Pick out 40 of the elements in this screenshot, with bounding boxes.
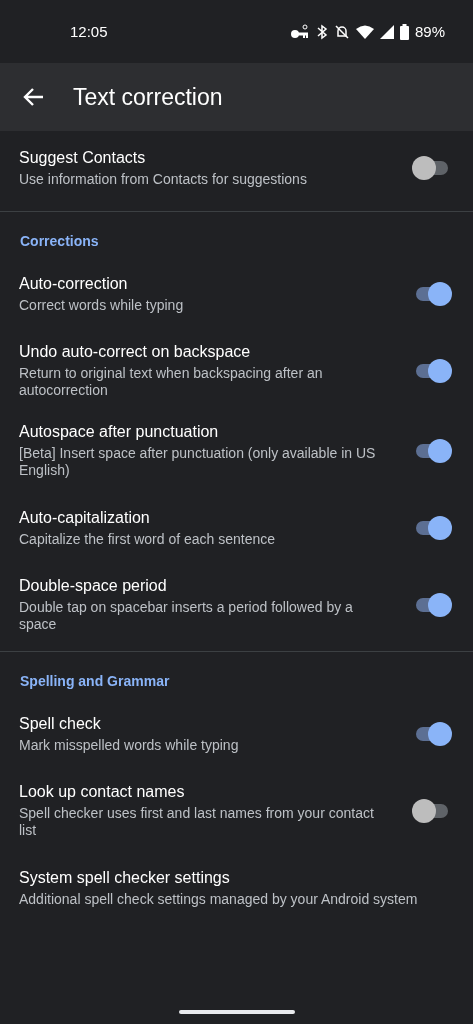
clock-time: 12:05 — [70, 23, 108, 40]
bluetooth-icon — [315, 23, 328, 40]
signal-icon — [379, 24, 394, 39]
battery-percent: 89% — [414, 23, 445, 40]
setting-summary: Spell checker uses first and last names from your contact list — [19, 805, 375, 839]
setting-title: Look up contact names — [19, 783, 186, 801]
section-header: Corrections — [19, 232, 100, 251]
setting-title: Suggest Contacts — [19, 148, 147, 167]
setting-title: Spell check — [19, 714, 102, 733]
wifi-icon — [355, 24, 374, 39]
setting-summary: Return to original text when backspacing after an autocorrection — [19, 365, 324, 399]
setting-title: Autospace after punctuation — [19, 423, 220, 441]
muted-bell-icon — [333, 23, 350, 40]
setting-row[interactable]: Double-space period Double tap on spacebar inserts a period followed by a space — [0, 565, 473, 645]
setting-summary: Correct words while typing — [19, 296, 185, 314]
setting-row[interactable]: Spell check Mark misspelled words while typing — [0, 697, 473, 771]
setting-title: Double-space period — [19, 577, 168, 595]
gesture-handle[interactable] — [178, 1010, 295, 1014]
key-icon — [289, 23, 310, 40]
screen-title: Text correction — [73, 83, 223, 111]
setting-summary: [Beta] Insert space after punctuation (only available in US English) — [19, 445, 377, 479]
setting-row[interactable]: Auto-correction Correct words while typing — [0, 257, 473, 331]
setting-row[interactable]: Autospace after punctuation [Beta] Insert space after punctuation (only available in US English) — [0, 411, 473, 491]
setting-row[interactable]: Look up contact names Spell checker uses first and last names from your contact list — [0, 771, 473, 851]
setting-row[interactable]: Auto-capitalization Capitalize the first word of each sentence — [0, 491, 473, 565]
setting-row[interactable]: Suggest Contacts Use information from Contacts for suggestions — [0, 131, 473, 205]
setting-summary: Double tap on spacebar inserts a period followed by a space — [19, 599, 354, 633]
setting-title: Auto-capitalization — [19, 508, 151, 527]
setting-row[interactable]: System spell checker settings Additional spell check settings managed by your Android system — [0, 851, 473, 925]
battery-icon — [399, 23, 409, 40]
setting-summary: Use information from Contacts for suggestions — [19, 170, 308, 188]
setting-title: System spell checker settings — [19, 868, 231, 887]
setting-row[interactable]: Undo auto-correct on backspace Return to original text when backspacing after an autocorrection — [0, 331, 473, 411]
section-header: Spelling and Grammar — [19, 672, 171, 691]
setting-summary: Additional spell check settings managed by your Android system — [19, 890, 419, 908]
back-arrow-icon[interactable] — [22, 87, 44, 107]
setting-summary: Mark misspelled words while typing — [19, 736, 240, 754]
setting-title: Auto-correction — [19, 274, 129, 293]
setting-title: Undo auto-correct on backspace — [19, 343, 252, 361]
setting-summary: Capitalize the first word of each sentence — [19, 530, 277, 548]
